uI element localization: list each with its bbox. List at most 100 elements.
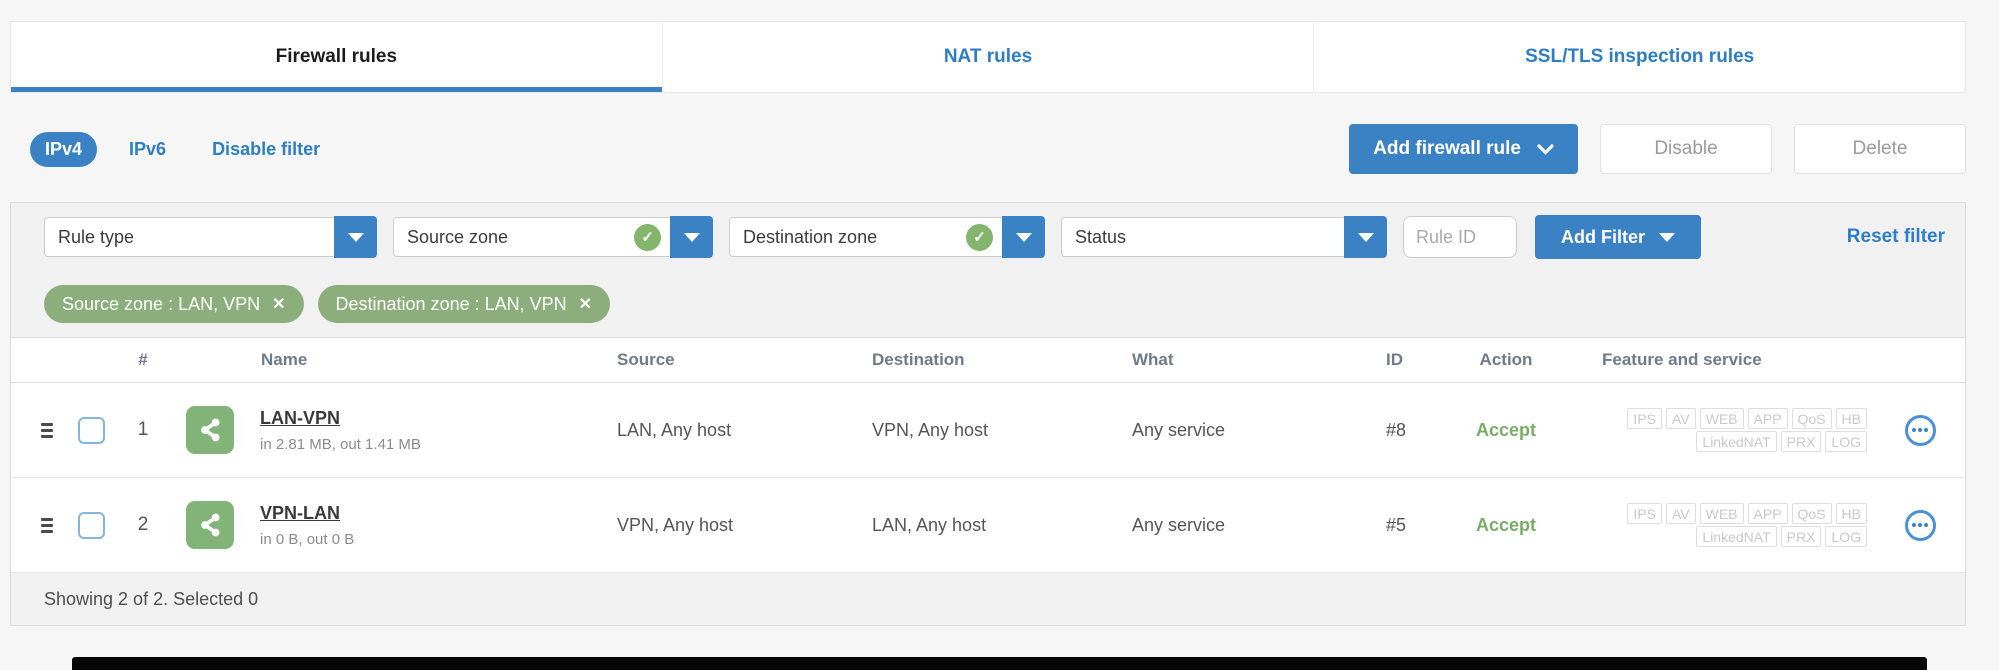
active-filter-chips: Source zone : LAN, VPN ✕ Destination zon… — [44, 285, 1951, 323]
rule-id: #8 — [1371, 420, 1426, 441]
header-name: Name — [171, 350, 601, 370]
header-number: # — [115, 350, 171, 370]
feature-badges: IPS AV WEB APP QoS HB LinkedNAT PRX LOG — [1586, 406, 1875, 454]
add-filter-label: Add Filter — [1561, 227, 1645, 248]
rule-what: Any service — [1116, 420, 1371, 441]
table-row: 1 LAN-VPN in 2.81 MB, out 1.41 MB LAN, A… — [11, 383, 1965, 478]
toolbar: IPv4 IPv6 Disable filter Add firewall ru… — [30, 124, 1966, 174]
add-filter-button[interactable]: Add Filter — [1535, 215, 1701, 259]
rule-source: LAN, Any host — [601, 420, 856, 441]
feature-badge: APP — [1748, 503, 1788, 524]
row-more-actions-icon[interactable] — [1905, 510, 1936, 541]
rule-id-input[interactable] — [1403, 216, 1517, 258]
table-header: # Name Source Destination What ID Action… — [11, 338, 1965, 383]
filter-chip-label: Destination zone : LAN, VPN — [336, 294, 567, 315]
filter-applied-check-icon: ✓ — [634, 224, 661, 251]
feature-badge: IPS — [1627, 503, 1662, 524]
tab-ssl-tls-inspection-rules[interactable]: SSL/TLS inspection rules — [1314, 22, 1965, 92]
rule-type-select[interactable]: Rule type — [44, 217, 377, 257]
dropdown-arrow-icon — [348, 233, 364, 242]
filter-applied-check-icon: ✓ — [966, 224, 993, 251]
feature-badge: LOG — [1825, 431, 1867, 452]
header-source: Source — [601, 350, 856, 370]
ipv6-toggle[interactable]: IPv6 — [129, 139, 166, 160]
status-dropdown-button[interactable] — [1344, 216, 1387, 258]
remove-filter-icon[interactable]: ✕ — [272, 294, 285, 314]
rule-name-link[interactable]: LAN-VPN — [260, 408, 421, 429]
feature-badge: PRX — [1781, 526, 1822, 547]
feature-badge: AV — [1666, 408, 1696, 429]
header-action: Action — [1426, 350, 1586, 370]
source-zone-label: Source zone — [394, 227, 634, 248]
feature-badge: QoS — [1792, 408, 1832, 429]
feature-badges: IPS AV WEB APP QoS HB LinkedNAT PRX LOG — [1586, 501, 1875, 549]
feature-badge: IPS — [1627, 408, 1662, 429]
remove-filter-icon[interactable]: ✕ — [579, 294, 592, 314]
rule-type-dropdown-button[interactable] — [334, 216, 377, 258]
row-checkbox[interactable] — [78, 417, 105, 444]
window-bottom-edge — [72, 657, 1927, 670]
ipv4-toggle[interactable]: IPv4 — [30, 132, 97, 167]
firewall-rules-panel: Rule type Source zone ✓ Destination zone… — [10, 202, 1966, 626]
source-zone-select[interactable]: Source zone ✓ — [393, 217, 713, 257]
table-footer: Showing 2 of 2. Selected 0 — [11, 573, 1965, 625]
destination-zone-select[interactable]: Destination zone ✓ — [729, 217, 1045, 257]
drag-handle-icon[interactable] — [41, 423, 53, 438]
status-select[interactable]: Status — [1061, 217, 1387, 257]
disable-button[interactable]: Disable — [1600, 124, 1772, 174]
add-firewall-rule-button[interactable]: Add firewall rule — [1349, 124, 1578, 174]
tab-firewall-rules[interactable]: Firewall rules — [11, 22, 663, 92]
filter-chip-source-zone: Source zone : LAN, VPN ✕ — [44, 285, 304, 323]
delete-button[interactable]: Delete — [1794, 124, 1966, 174]
reset-filter-link[interactable]: Reset filter — [1847, 226, 1951, 248]
add-firewall-rule-label: Add firewall rule — [1373, 138, 1521, 160]
row-number: 2 — [115, 514, 171, 536]
destination-zone-label: Destination zone — [730, 227, 966, 248]
table-row: 2 VPN-LAN in 0 B, out 0 B VPN, Any host … — [11, 478, 1965, 573]
row-more-actions-icon[interactable] — [1905, 415, 1936, 446]
status-label: Status — [1062, 227, 1344, 248]
feature-badge: WEB — [1700, 503, 1744, 524]
rule-id: #5 — [1371, 515, 1426, 536]
filter-section: Rule type Source zone ✓ Destination zone… — [11, 203, 1965, 338]
drag-handle-icon[interactable] — [41, 518, 53, 533]
feature-badge: LinkedNAT — [1696, 431, 1776, 452]
feature-badge: PRX — [1781, 431, 1822, 452]
rule-type-share-icon — [186, 501, 234, 549]
rule-source: VPN, Any host — [601, 515, 856, 536]
rule-action-status: Accept — [1426, 515, 1586, 536]
header-destination: Destination — [856, 350, 1116, 370]
tab-nat-rules[interactable]: NAT rules — [663, 22, 1315, 92]
header-id: ID — [1371, 350, 1426, 370]
rule-type-share-icon — [186, 406, 234, 454]
feature-badge: QoS — [1792, 503, 1832, 524]
feature-badge: HB — [1836, 503, 1867, 524]
dropdown-arrow-icon — [684, 233, 700, 242]
rule-destination: LAN, Any host — [856, 515, 1116, 536]
rule-traffic-stats: in 2.81 MB, out 1.41 MB — [260, 436, 421, 453]
filter-chip-label: Source zone : LAN, VPN — [62, 294, 260, 315]
rules-tab-bar: Firewall rules NAT rules SSL/TLS inspect… — [10, 21, 1966, 93]
header-feature-and-service: Feature and service — [1586, 350, 1875, 370]
source-zone-dropdown-button[interactable] — [670, 216, 713, 258]
rule-traffic-stats: in 0 B, out 0 B — [260, 531, 354, 548]
disable-filter-link[interactable]: Disable filter — [212, 139, 320, 160]
feature-badge: HB — [1836, 408, 1867, 429]
showing-count-text: Showing 2 of 2. Selected 0 — [44, 589, 258, 610]
dropdown-arrow-icon — [1659, 233, 1675, 242]
header-what: What — [1116, 350, 1371, 370]
rule-destination: VPN, Any host — [856, 420, 1116, 441]
rule-what: Any service — [1116, 515, 1371, 536]
feature-badge: APP — [1748, 408, 1788, 429]
dropdown-arrow-icon — [1358, 233, 1374, 242]
feature-badge: AV — [1666, 503, 1696, 524]
feature-badge: LOG — [1825, 526, 1867, 547]
rule-type-label: Rule type — [45, 227, 334, 248]
rule-name-link[interactable]: VPN-LAN — [260, 503, 354, 524]
destination-zone-dropdown-button[interactable] — [1002, 216, 1045, 258]
feature-badge: LinkedNAT — [1696, 526, 1776, 547]
filter-chip-destination-zone: Destination zone : LAN, VPN ✕ — [318, 285, 611, 323]
feature-badge: WEB — [1700, 408, 1744, 429]
row-checkbox[interactable] — [78, 512, 105, 539]
chevron-down-icon — [1537, 144, 1554, 155]
